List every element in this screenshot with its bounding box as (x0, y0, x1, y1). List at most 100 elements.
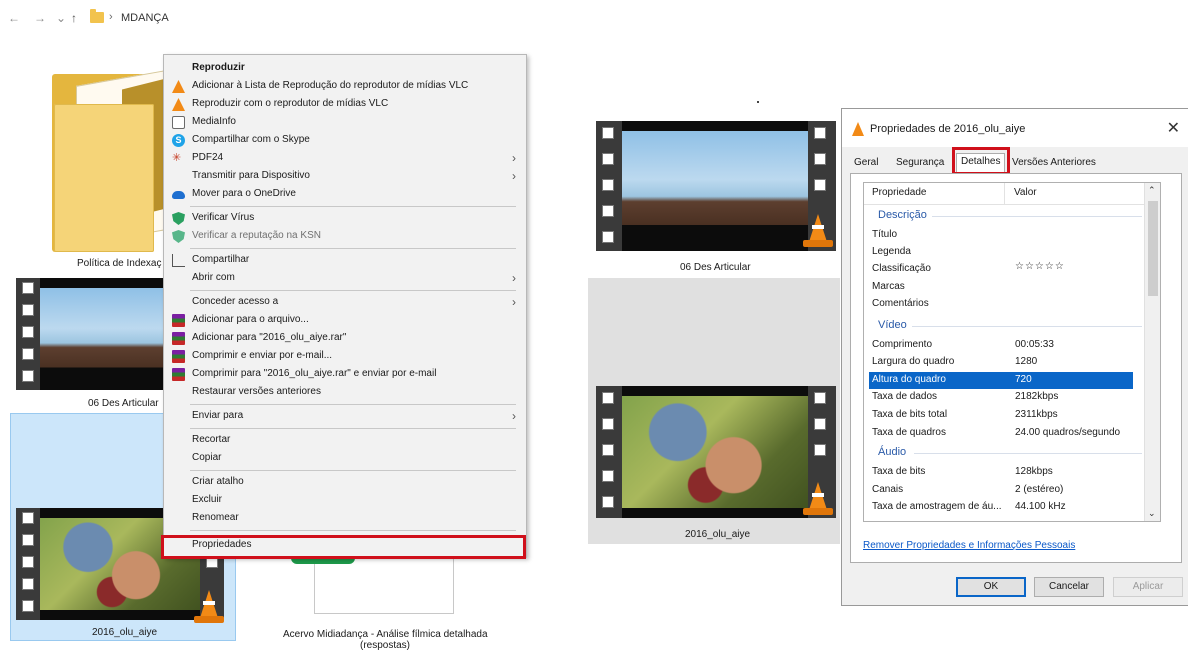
video-thumbnail-06-des-articular-right[interactable] (596, 121, 836, 251)
document-thumbnail[interactable] (291, 554, 454, 614)
breadcrumb-current-folder[interactable]: MDANÇA (121, 12, 169, 24)
properties-dialog: Propriedades de 2016_olu_aiye ✕ Geral Se… (841, 108, 1188, 606)
property-row[interactable]: Marcas (869, 279, 1133, 296)
menu-item-ksn-reputation[interactable]: Verificar a reputação na KSN (164, 227, 526, 245)
property-row[interactable]: Taxa de amostragem de áu... 44.100 kHz (869, 499, 1133, 516)
menu-item-label: Compartilhar (192, 254, 250, 265)
property-name: Taxa de amostragem de áu... (872, 501, 1002, 512)
film-hole (602, 470, 614, 482)
menu-item-scan-virus[interactable]: Verificar Vírus (164, 209, 526, 227)
back-arrow-icon[interactable]: ← (8, 11, 20, 25)
film-hole (22, 512, 34, 524)
vlc-cone-icon (803, 214, 833, 248)
film-hole (814, 444, 826, 456)
forward-arrow-icon[interactable]: → (34, 11, 46, 25)
property-name: Título (872, 229, 898, 240)
property-row[interactable]: Título (869, 227, 1133, 244)
folder-label[interactable]: Política de Indexaç (77, 258, 162, 269)
video-label-2016-olu-aiye-right[interactable]: 2016_olu_aiye (685, 529, 750, 540)
rating-stars-icon[interactable]: ☆☆☆☆☆ (1015, 261, 1065, 272)
property-row[interactable]: Comprimento 00:05:33 (869, 337, 1133, 354)
property-value: 720 (1015, 374, 1032, 385)
property-row-selected[interactable]: Altura do quadro 720 (869, 372, 1133, 389)
remove-properties-link[interactable]: Remover Propriedades e Informações Pesso… (863, 540, 1075, 551)
column-divider[interactable] (1004, 183, 1005, 205)
folder-thumbnail[interactable] (52, 64, 182, 254)
tab-versoes-anteriores[interactable]: Versões Anteriores (1008, 155, 1100, 173)
menu-item-mediainfo[interactable]: MediaInfo (164, 113, 526, 131)
menu-item-reproduzir[interactable]: Reproduzir (164, 59, 526, 77)
video-label-06-des-articular-right[interactable]: 06 Des Articular (680, 262, 751, 273)
menu-separator (190, 206, 516, 207)
menu-item-cast-to-device[interactable]: Transmitir para Dispositivo › (164, 167, 526, 185)
tab-geral[interactable]: Geral (850, 155, 882, 173)
property-value: 2 (estéreo) (1015, 484, 1064, 495)
close-icon[interactable]: ✕ (1167, 118, 1180, 138)
property-row[interactable]: Taxa de bits total 2311kbps (869, 407, 1133, 424)
menu-item-pdf24[interactable]: ✳ PDF24 › (164, 149, 526, 167)
menu-item-open-with[interactable]: Abrir com › (164, 269, 526, 287)
menu-item-label: Enviar para (192, 410, 244, 421)
property-row[interactable]: Comentários (869, 296, 1133, 313)
tab-seguranca[interactable]: Segurança (892, 155, 948, 173)
cancel-button[interactable]: Cancelar (1034, 577, 1104, 597)
video-thumbnail-2016-olu-aiye-right[interactable] (596, 386, 836, 518)
vertical-scrollbar[interactable]: ⌃ ⌄ (1144, 183, 1160, 521)
property-row[interactable]: Classificação ☆☆☆☆☆ (869, 261, 1133, 278)
property-row[interactable]: Taxa de quadros 24.00 quadros/segundo (869, 425, 1133, 442)
scroll-down-arrow-icon[interactable]: ⌄ (1148, 508, 1156, 519)
video-label-06-des-articular[interactable]: 06 Des Articular (88, 398, 159, 409)
column-header-value[interactable]: Valor (1014, 187, 1037, 198)
menu-item-compress-email[interactable]: Comprimir e enviar por e-mail... (164, 347, 526, 365)
column-header-property[interactable]: Propriedade (872, 187, 926, 198)
menu-item-share[interactable]: Compartilhar (164, 251, 526, 269)
recent-locations-chevron-icon[interactable]: ⌄ (56, 11, 66, 25)
dialog-titlebar[interactable]: Propriedades de 2016_olu_aiye ✕ (842, 109, 1188, 147)
menu-item-restore-versions[interactable]: Restaurar versões anteriores (164, 383, 526, 401)
up-arrow-icon[interactable]: ↑ (71, 11, 77, 25)
document-label-line1[interactable]: Acervo Midiadança - Análise fílmica deta… (283, 629, 488, 640)
document-label-line2[interactable]: (respostas) (360, 640, 410, 651)
menu-item-play-vlc[interactable]: Reproduzir com o reprodutor de mídias VL… (164, 95, 526, 113)
menu-item-label: Restaurar versões anteriores (192, 386, 321, 397)
menu-item-send-to[interactable]: Enviar para › (164, 407, 526, 425)
property-row[interactable]: Taxa de dados 2182kbps (869, 389, 1133, 406)
menu-item-grant-access[interactable]: Conceder acesso a › (164, 293, 526, 311)
property-value: 1280 (1015, 356, 1038, 367)
video-label-2016-olu-aiye[interactable]: 2016_olu_aiye (92, 627, 157, 638)
menu-item-copy[interactable]: Copiar (164, 449, 526, 467)
apply-button[interactable]: Aplicar (1113, 577, 1183, 597)
menu-item-delete[interactable]: Excluir (164, 491, 526, 509)
menu-item-move-onedrive[interactable]: Mover para o OneDrive (164, 185, 526, 203)
menu-separator (190, 530, 516, 531)
menu-item-skype[interactable]: S Compartilhar com o Skype (164, 131, 526, 149)
property-name: Comentários (872, 298, 929, 309)
menu-item-create-shortcut[interactable]: Criar atalho (164, 473, 526, 491)
section-header-description: Descrição (878, 209, 927, 221)
kaspersky-shield-icon (172, 230, 185, 243)
film-hole (814, 392, 826, 404)
menu-item-rename[interactable]: Renomear (164, 509, 526, 527)
property-row[interactable]: Legenda (869, 244, 1133, 261)
breadcrumb-separator-icon: › (109, 11, 113, 23)
menu-item-compress-rar-email[interactable]: Comprimir para "2016_olu_aiye.rar" e env… (164, 365, 526, 383)
dialog-title: Propriedades de 2016_olu_aiye (870, 123, 1026, 135)
menu-item-add-to-rar[interactable]: Adicionar para "2016_olu_aiye.rar" (164, 329, 526, 347)
details-panel: Propriedade Valor Descrição Título Legen… (850, 173, 1182, 563)
property-row[interactable]: Canais 2 (estéreo) (869, 482, 1133, 499)
menu-item-add-vlc-playlist[interactable]: Adicionar à Lista de Reprodução do repro… (164, 77, 526, 95)
menu-separator (190, 248, 516, 249)
pdf24-icon: ✳ (172, 152, 182, 164)
menu-item-add-to-archive[interactable]: Adicionar para o arquivo... (164, 311, 526, 329)
scroll-up-arrow-icon[interactable]: ⌃ (1148, 185, 1156, 196)
ok-button[interactable]: OK (956, 577, 1026, 597)
scrollbar-thumb[interactable] (1148, 201, 1158, 296)
menu-item-label: Abrir com (192, 272, 235, 283)
film-hole (22, 304, 34, 316)
video-thumbnail-06-des-articular[interactable] (16, 278, 166, 390)
menu-item-cut[interactable]: Recortar (164, 431, 526, 449)
menu-separator (190, 404, 516, 405)
property-row[interactable]: Taxa de bits 128kbps (869, 464, 1133, 481)
property-row[interactable]: Largura do quadro 1280 (869, 354, 1133, 371)
submenu-chevron-icon: › (512, 271, 516, 285)
